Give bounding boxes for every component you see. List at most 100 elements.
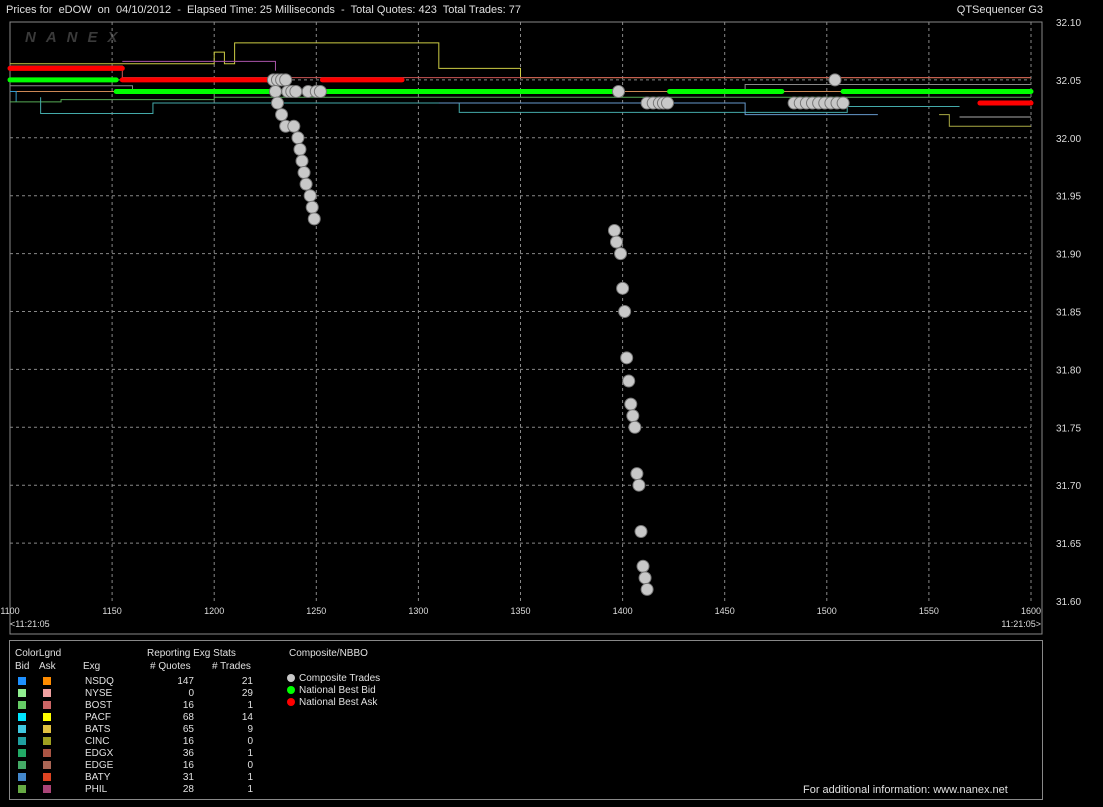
x-tick-label: 1150: [102, 606, 121, 616]
y-tick-label: 31.65: [1056, 539, 1081, 550]
trade-marker: [295, 154, 309, 168]
y-tick-label: 32.05: [1056, 76, 1081, 87]
y-axis-ticks: 32.10 32.05 32.00 31.95 31.90 31.85 31.80 31.75…: [1056, 18, 1081, 608]
ask-color-swatch: [43, 773, 51, 781]
trade-marker: [275, 108, 289, 122]
x-start-label: <11:21:05: [10, 619, 50, 629]
exchange-trade-count: 1: [247, 700, 253, 711]
trade-marker: [303, 189, 317, 203]
ask-color-swatch: [43, 689, 51, 697]
y-tick-label: 31.80: [1056, 365, 1081, 376]
nanex-watermark: NANEX: [25, 29, 128, 46]
trade-marker: [624, 397, 638, 411]
bid-color-swatch: [18, 701, 26, 709]
x-tick-label: 1350: [510, 606, 530, 616]
exchange-quote-count: 68: [182, 712, 194, 723]
ask-header: Ask: [39, 661, 56, 672]
ask-color-swatch: [43, 725, 51, 733]
bid-color-swatch: [18, 749, 26, 757]
ask-color-swatch: [43, 785, 51, 793]
trade-marker: [287, 119, 301, 133]
trade-marker: [616, 281, 630, 295]
composite-legend-marker: [287, 698, 295, 706]
bid-color-swatch: [18, 785, 26, 793]
trade-marker: [612, 84, 626, 98]
y-tick-label: 32.10: [1056, 18, 1081, 29]
legend-panel: ColorLgnd Bid Ask Exg Reporting Exg Stat…: [9, 640, 1043, 800]
trade-marker: [628, 420, 642, 434]
exchange-trade-count: 1: [247, 784, 253, 795]
x-end-label: 11:21:05>: [1001, 619, 1041, 629]
exchange-name: BATY: [85, 772, 111, 783]
bid-color-swatch: [18, 713, 26, 721]
x-tick-label: 1600: [1021, 606, 1041, 616]
y-tick-label: 31.60: [1056, 597, 1081, 608]
exchange-name: EDGX: [85, 748, 114, 759]
footer-info: For additional information: www.nanex.ne…: [803, 784, 1008, 796]
trade-marker: [609, 235, 623, 249]
exchange-name: CINC: [85, 736, 110, 747]
trade-marker: [836, 96, 850, 110]
exchange-name: EDGE: [85, 760, 114, 771]
trade-marker: [636, 559, 650, 573]
trade-marker: [607, 223, 621, 237]
ask-color-swatch: [43, 701, 51, 709]
exchange-trade-count: 1: [247, 748, 253, 759]
plot-frame: [9, 21, 1043, 635]
y-tick-label: 32.00: [1056, 134, 1081, 145]
x-tick-label: 1500: [817, 606, 837, 616]
composite-legend-label: Composite Trades: [299, 673, 381, 684]
bid-color-swatch: [18, 773, 26, 781]
exchange-trade-count: 1: [247, 772, 253, 783]
trade-marker: [828, 73, 842, 87]
trade-marker: [289, 84, 303, 98]
exchange-trade-count: 14: [241, 712, 253, 723]
trade-marker: [620, 351, 634, 365]
trade-marker: [313, 84, 327, 98]
ask-color-swatch: [43, 749, 51, 757]
exchange-quote-count: 65: [182, 724, 194, 735]
exchange-quote-count: 147: [177, 676, 194, 687]
x-tick-label: 1250: [306, 606, 326, 616]
x-tick-label: 1200: [204, 606, 224, 616]
exchange-quote-count: 31: [182, 772, 194, 783]
trade-marker: [614, 247, 628, 261]
trade-marker: [622, 374, 636, 388]
x-tick-label: 1300: [408, 606, 428, 616]
bid-header: Bid: [15, 661, 30, 672]
trades-header: # Trades: [212, 661, 251, 672]
bid-color-swatch: [18, 689, 26, 697]
trade-marker: [279, 73, 293, 87]
x-tick-label: 1100: [0, 606, 19, 616]
trade-marker: [661, 96, 675, 110]
exchange-quote-count: 16: [182, 760, 194, 771]
x-tick-label: 1400: [613, 606, 633, 616]
trade-marker: [271, 96, 285, 110]
color-legend-title: ColorLgnd: [15, 648, 62, 659]
exchange-quote-count: 36: [182, 748, 194, 759]
exchange-name: NYSE: [85, 688, 113, 699]
exchange-name: BOST: [85, 700, 113, 711]
trade-marker: [297, 166, 311, 180]
exchange-name: PACF: [85, 712, 111, 723]
composite-title: Composite/NBBO: [289, 648, 368, 659]
exchange-trade-count: 9: [247, 724, 253, 735]
exchange-name: BATS: [85, 724, 111, 735]
trade-marker: [305, 200, 319, 214]
exchange-trade-count: 0: [247, 736, 253, 747]
exchange-quote-count: 0: [188, 688, 194, 699]
exchange-trade-count: 21: [241, 676, 253, 687]
trade-marker: [291, 131, 305, 145]
exchange-trade-count: 29: [241, 688, 253, 699]
bid-color-swatch: [18, 677, 26, 685]
trade-marker: [268, 84, 282, 98]
composite-legend-label: National Best Bid: [299, 685, 376, 696]
exchange-quote-count: 16: [182, 700, 194, 711]
x-tick-label: 1550: [919, 606, 939, 616]
y-tick-label: 31.75: [1056, 423, 1081, 434]
ask-color-swatch: [43, 677, 51, 685]
y-tick-label: 31.90: [1056, 250, 1081, 261]
price-chart: NANEX 32.10 32.05 32.00 31.95 31.90 31.85 31.8…: [0, 18, 1081, 635]
ask-color-swatch: [43, 713, 51, 721]
trade-marker: [626, 409, 640, 423]
